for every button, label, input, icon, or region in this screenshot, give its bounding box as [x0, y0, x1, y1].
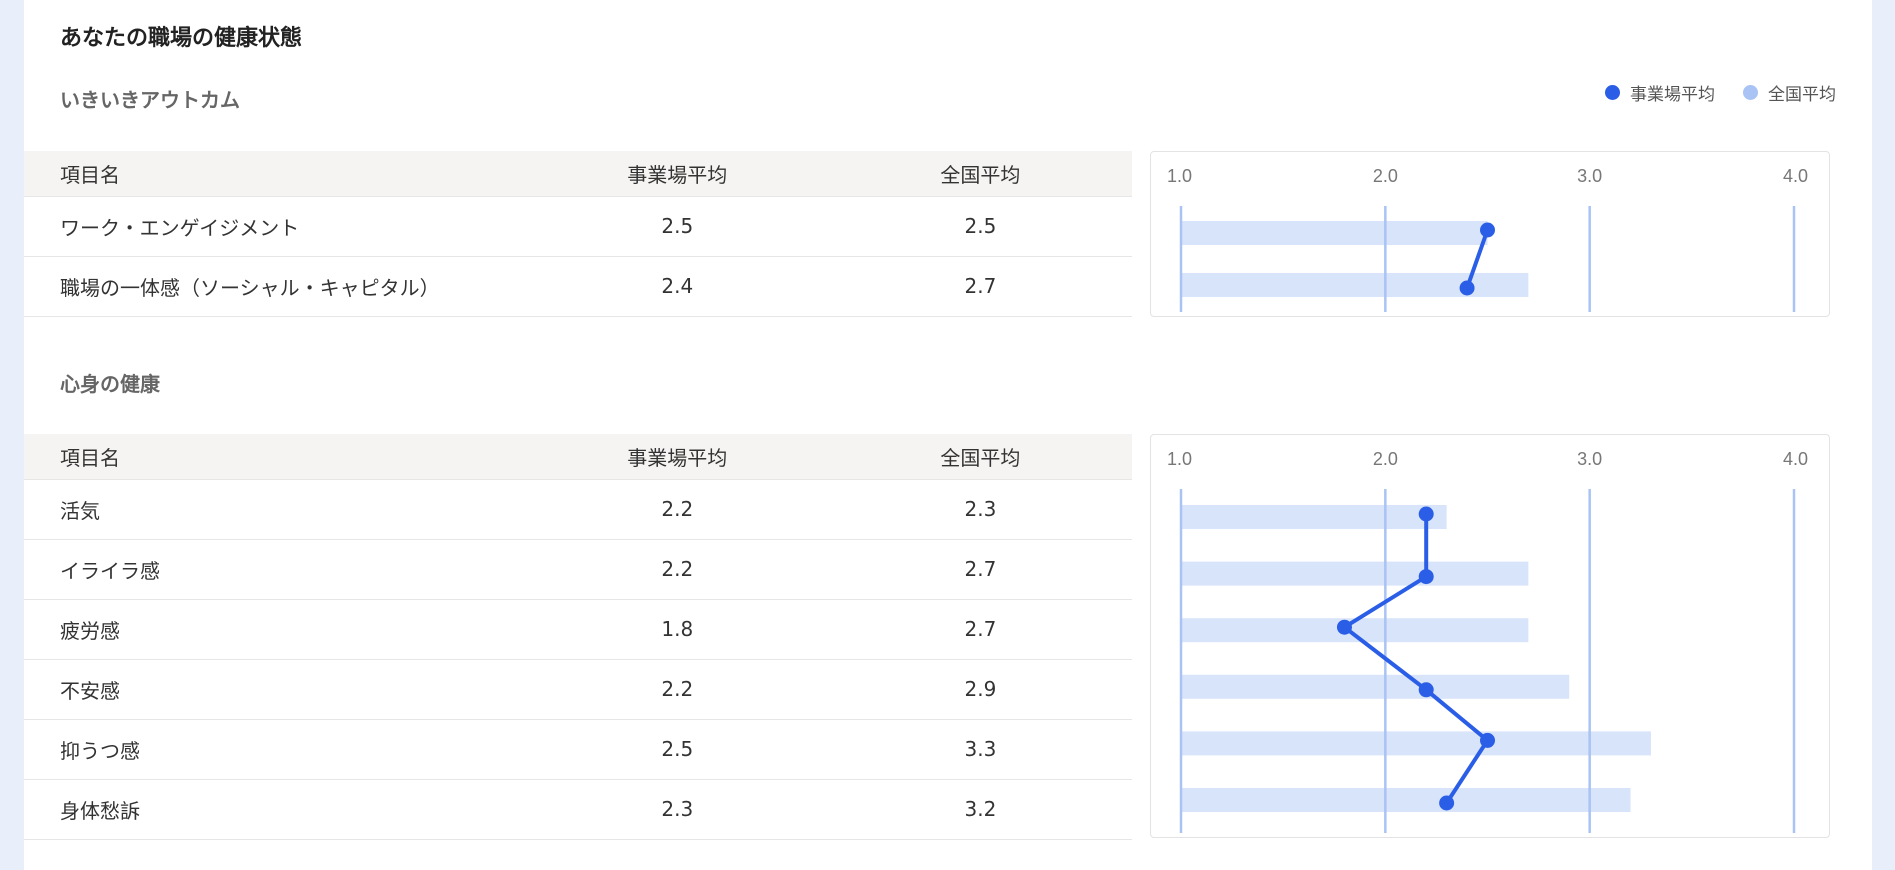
- workplace-avg-point: [1480, 732, 1495, 748]
- chart-shinshin: 1.0 2.0 3.0 4.0: [1150, 434, 1830, 838]
- table-header-row: 項目名 事業場平均 全国平均: [24, 151, 1132, 197]
- row-national-value: 2.7: [828, 599, 1132, 660]
- workplace-avg-point: [1439, 795, 1455, 811]
- national-avg-bar: [1181, 731, 1651, 756]
- tick-label: 2.0: [1373, 166, 1398, 186]
- workplace-avg-point: [1418, 682, 1434, 698]
- chart-ikiiki: 1.0 2.0 3.0 4.0: [1150, 151, 1830, 317]
- workplace-avg-point: [1480, 222, 1495, 238]
- section-title-shinshin: 心身の健康: [60, 372, 160, 396]
- workplace-avg-point: [1418, 506, 1434, 522]
- row-workplace-value: 2.3: [525, 779, 829, 840]
- header-workplace-avg: 事業場平均: [525, 151, 829, 197]
- row-item-name: 活気: [24, 479, 526, 540]
- legend-workplace-label: 事業場平均: [1630, 85, 1715, 105]
- table-row: イライラ感 2.2 2.7: [24, 539, 1132, 600]
- national-avg-bar: [1181, 561, 1529, 586]
- legend-workplace-dot-icon: [1605, 85, 1620, 100]
- tick-label: 3.0: [1577, 166, 1602, 186]
- legend-national-dot-icon: [1743, 85, 1758, 100]
- header-item-name: 項目名: [24, 151, 526, 197]
- workplace-avg-point: [1459, 280, 1475, 296]
- table-row: 疲労感 1.8 2.7: [24, 599, 1132, 660]
- chart-shinshin-svg: 1.0 2.0 3.0 4.0: [1167, 449, 1808, 833]
- row-national-value: 3.3: [828, 719, 1132, 780]
- row-workplace-value: 2.5: [525, 719, 829, 780]
- row-workplace-value: 2.4: [525, 256, 829, 317]
- tick-label: 1.0: [1167, 166, 1192, 186]
- table-ikiiki: 項目名 事業場平均 全国平均 ワーク・エンゲイジメント 2.5 2.5 職場の一…: [24, 151, 1132, 317]
- section-title-ikiiki: いきいきアウトカム: [60, 88, 240, 112]
- row-item-name: イライラ感: [24, 539, 526, 600]
- header-national-avg: 全国平均: [828, 151, 1132, 197]
- table-shinshin: 項目名 事業場平均 全国平均 活気 2.2 2.3 イライラ感 2.2 2.7 …: [24, 434, 1132, 840]
- table-row: 活気 2.2 2.3: [24, 479, 1132, 540]
- row-item-name: 職場の一体感（ソーシャル・キャピタル）: [24, 256, 526, 317]
- chart-ikiiki-svg: 1.0 2.0 3.0 4.0: [1167, 166, 1808, 312]
- legend-workplace: 事業場平均: [1605, 80, 1715, 105]
- table-row: 職場の一体感（ソーシャル・キャピタル） 2.4 2.7: [24, 256, 1132, 317]
- row-workplace-value: 2.2: [525, 539, 829, 600]
- row-national-value: 2.5: [828, 196, 1132, 257]
- row-workplace-value: 2.2: [525, 479, 829, 540]
- row-item-name: 疲労感: [24, 599, 526, 660]
- row-workplace-value: 2.2: [525, 659, 829, 720]
- workplace-avg-point: [1418, 569, 1434, 585]
- national-avg-bar: [1181, 273, 1529, 297]
- legend-national-label: 全国平均: [1768, 85, 1836, 105]
- table-row: 抑うつ感 2.5 3.3: [24, 719, 1132, 780]
- table-row: 不安感 2.2 2.9: [24, 659, 1132, 720]
- tick-label: 4.0: [1783, 166, 1808, 186]
- row-national-value: 3.2: [828, 779, 1132, 840]
- header-national-avg: 全国平均: [828, 434, 1132, 480]
- row-national-value: 2.9: [828, 659, 1132, 720]
- page-title: あなたの職場の健康状態: [60, 26, 303, 51]
- tick-label: 2.0: [1373, 449, 1398, 469]
- row-item-name: 抑うつ感: [24, 719, 526, 780]
- workplace-avg-line: [1342, 514, 1490, 805]
- tick-label: 1.0: [1167, 449, 1192, 469]
- national-avg-bar: [1181, 221, 1488, 245]
- tick-label: 4.0: [1783, 449, 1808, 469]
- chart-legend: 事業場平均 全国平均: [1577, 80, 1836, 105]
- header-item-name: 項目名: [24, 434, 526, 480]
- row-national-value: 2.7: [828, 256, 1132, 317]
- national-avg-bar: [1181, 788, 1631, 812]
- legend-national: 全国平均: [1743, 80, 1836, 105]
- table-header-row: 項目名 事業場平均 全国平均: [24, 434, 1132, 480]
- table-row: 身体愁訴 2.3 3.2: [24, 779, 1132, 840]
- health-status-card: あなたの職場の健康状態 事業場平均 全国平均 いきいきアウトカム 項目名 事業場…: [24, 0, 1872, 870]
- row-workplace-value: 1.8: [525, 599, 829, 660]
- row-item-name: ワーク・エンゲイジメント: [24, 196, 526, 257]
- row-workplace-value: 2.5: [525, 196, 829, 257]
- header-workplace-avg: 事業場平均: [525, 434, 829, 480]
- national-avg-bar: [1181, 674, 1570, 699]
- row-item-name: 身体愁訴: [24, 779, 526, 840]
- workplace-avg-point: [1336, 619, 1352, 635]
- row-item-name: 不安感: [24, 659, 526, 720]
- row-national-value: 2.7: [828, 539, 1132, 600]
- row-national-value: 2.3: [828, 479, 1132, 540]
- national-avg-bar: [1181, 505, 1447, 529]
- table-row: ワーク・エンゲイジメント 2.5 2.5: [24, 196, 1132, 257]
- tick-label: 3.0: [1577, 449, 1602, 469]
